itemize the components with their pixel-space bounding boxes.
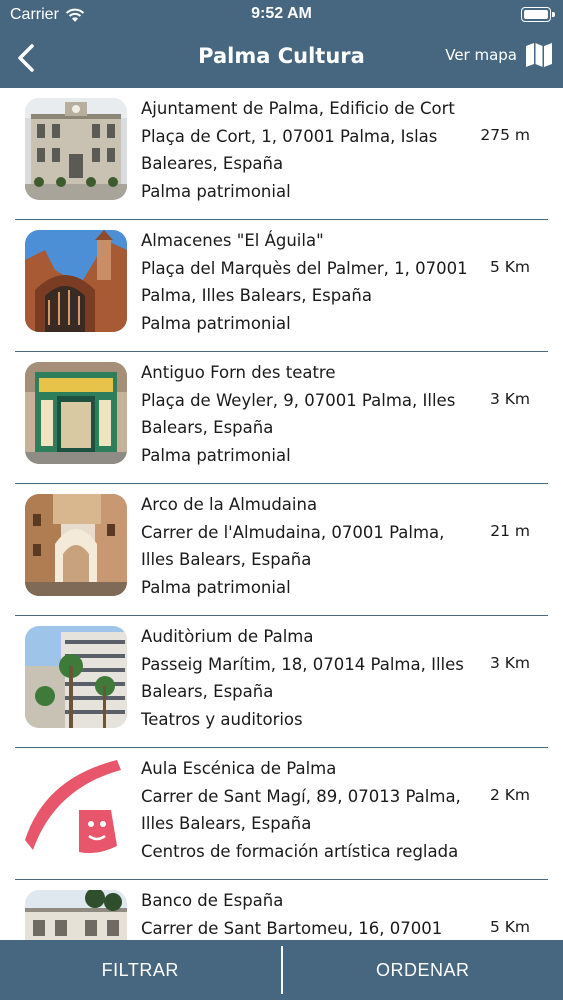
- navigation-bar: Palma Cultura Ver mapa: [0, 28, 563, 88]
- place-thumbnail: [25, 98, 127, 200]
- list-item[interactable]: Ajuntament de Palma, Edificio de Cort Pl…: [15, 88, 548, 220]
- place-thumbnail: [25, 890, 127, 940]
- place-name: Aula Escénica de Palma: [141, 759, 337, 778]
- place-name: Arco de la Almudaina: [141, 495, 318, 514]
- list-item[interactable]: Banco de España Carrer de Sant Bartomeu,…: [15, 880, 548, 940]
- place-thumbnail: [25, 494, 127, 596]
- place-thumbnail: [25, 230, 127, 332]
- status-bar: Carrier 9:52 AM: [0, 0, 563, 28]
- place-name: Almacenes "El Águila": [141, 231, 324, 250]
- place-address: Carrer de l'Almudaina, 07001 Palma, Ille…: [141, 522, 445, 570]
- place-category: Teatros y auditorios: [141, 709, 303, 729]
- place-category: Palma patrimonial: [141, 445, 291, 465]
- battery-icon: [521, 7, 555, 22]
- place-distance: 3 Km: [489, 390, 530, 408]
- map-button[interactable]: Ver mapa: [445, 42, 553, 68]
- place-address: Carrer de Sant Magí, 89, 07013 Palma, Il…: [141, 786, 461, 834]
- place-distance: 21 m: [490, 522, 530, 540]
- place-address: Passeig Marítim, 18, 07014 Palma, Illes …: [141, 654, 464, 702]
- place-thumbnail: [25, 626, 127, 728]
- place-category: Palma patrimonial: [141, 181, 291, 201]
- place-address: Plaça de Weyler, 9, 07001 Palma, Illes B…: [141, 390, 456, 438]
- filter-button[interactable]: FILTRAR: [0, 940, 281, 1000]
- place-distance: 3 Km: [489, 654, 530, 672]
- place-distance: 275 m: [480, 126, 530, 144]
- status-time: 9:52 AM: [251, 5, 312, 22]
- place-name: Ajuntament de Palma, Edificio de Cort: [141, 99, 455, 118]
- place-info: Arco de la Almudaina Carrer de l'Almudai…: [141, 491, 471, 601]
- place-name: Antiguo Forn des teatre: [141, 363, 336, 382]
- place-address: Carrer de Sant Bartomeu, 16, 07001: [141, 918, 443, 938]
- place-category: Palma patrimonial: [141, 577, 291, 597]
- place-info: Almacenes "El Águila" Plaça del Marquès …: [141, 227, 471, 337]
- place-distance: 5 Km: [489, 258, 530, 276]
- list-item[interactable]: Auditòrium de Palma Passeig Marítim, 18,…: [15, 616, 548, 748]
- place-category: Palma patrimonial: [141, 313, 291, 333]
- place-category: Centros de formación artística reglada: [141, 841, 459, 861]
- place-address: Plaça del Marquès del Palmer, 1, 07001 P…: [141, 258, 468, 306]
- place-info: Aula Escénica de Palma Carrer de Sant Ma…: [141, 755, 471, 865]
- list-item[interactable]: Arco de la Almudaina Carrer de l'Almudai…: [15, 484, 548, 616]
- place-name: Auditòrium de Palma: [141, 627, 314, 646]
- place-info: Antiguo Forn des teatre Plaça de Weyler,…: [141, 359, 471, 469]
- list-item[interactable]: Antiguo Forn des teatre Plaça de Weyler,…: [15, 352, 548, 484]
- map-button-label: Ver mapa: [445, 46, 517, 64]
- list-item[interactable]: Almacenes "El Águila" Plaça del Marquès …: [15, 220, 548, 352]
- bottom-action-bar: FILTRAR ORDENAR: [0, 940, 563, 1000]
- sort-button[interactable]: ORDENAR: [283, 940, 563, 1000]
- place-distance: 2 Km: [489, 786, 530, 804]
- list-item[interactable]: Aula Escénica de Palma Carrer de Sant Ma…: [15, 748, 548, 880]
- place-thumbnail: [25, 362, 127, 464]
- places-list: Ajuntament de Palma, Edificio de Cort Pl…: [0, 88, 563, 940]
- place-address: Plaça de Cort, 1, 07001 Palma, Islas Bal…: [141, 126, 438, 174]
- place-distance: 5 Km: [489, 918, 530, 936]
- place-info: Ajuntament de Palma, Edificio de Cort Pl…: [141, 95, 471, 205]
- place-info: Auditòrium de Palma Passeig Marítim, 18,…: [141, 623, 471, 733]
- place-name: Banco de España: [141, 891, 284, 910]
- map-icon: [526, 43, 552, 67]
- place-thumbnail: [25, 758, 127, 860]
- place-info: Banco de España Carrer de Sant Bartomeu,…: [141, 887, 471, 940]
